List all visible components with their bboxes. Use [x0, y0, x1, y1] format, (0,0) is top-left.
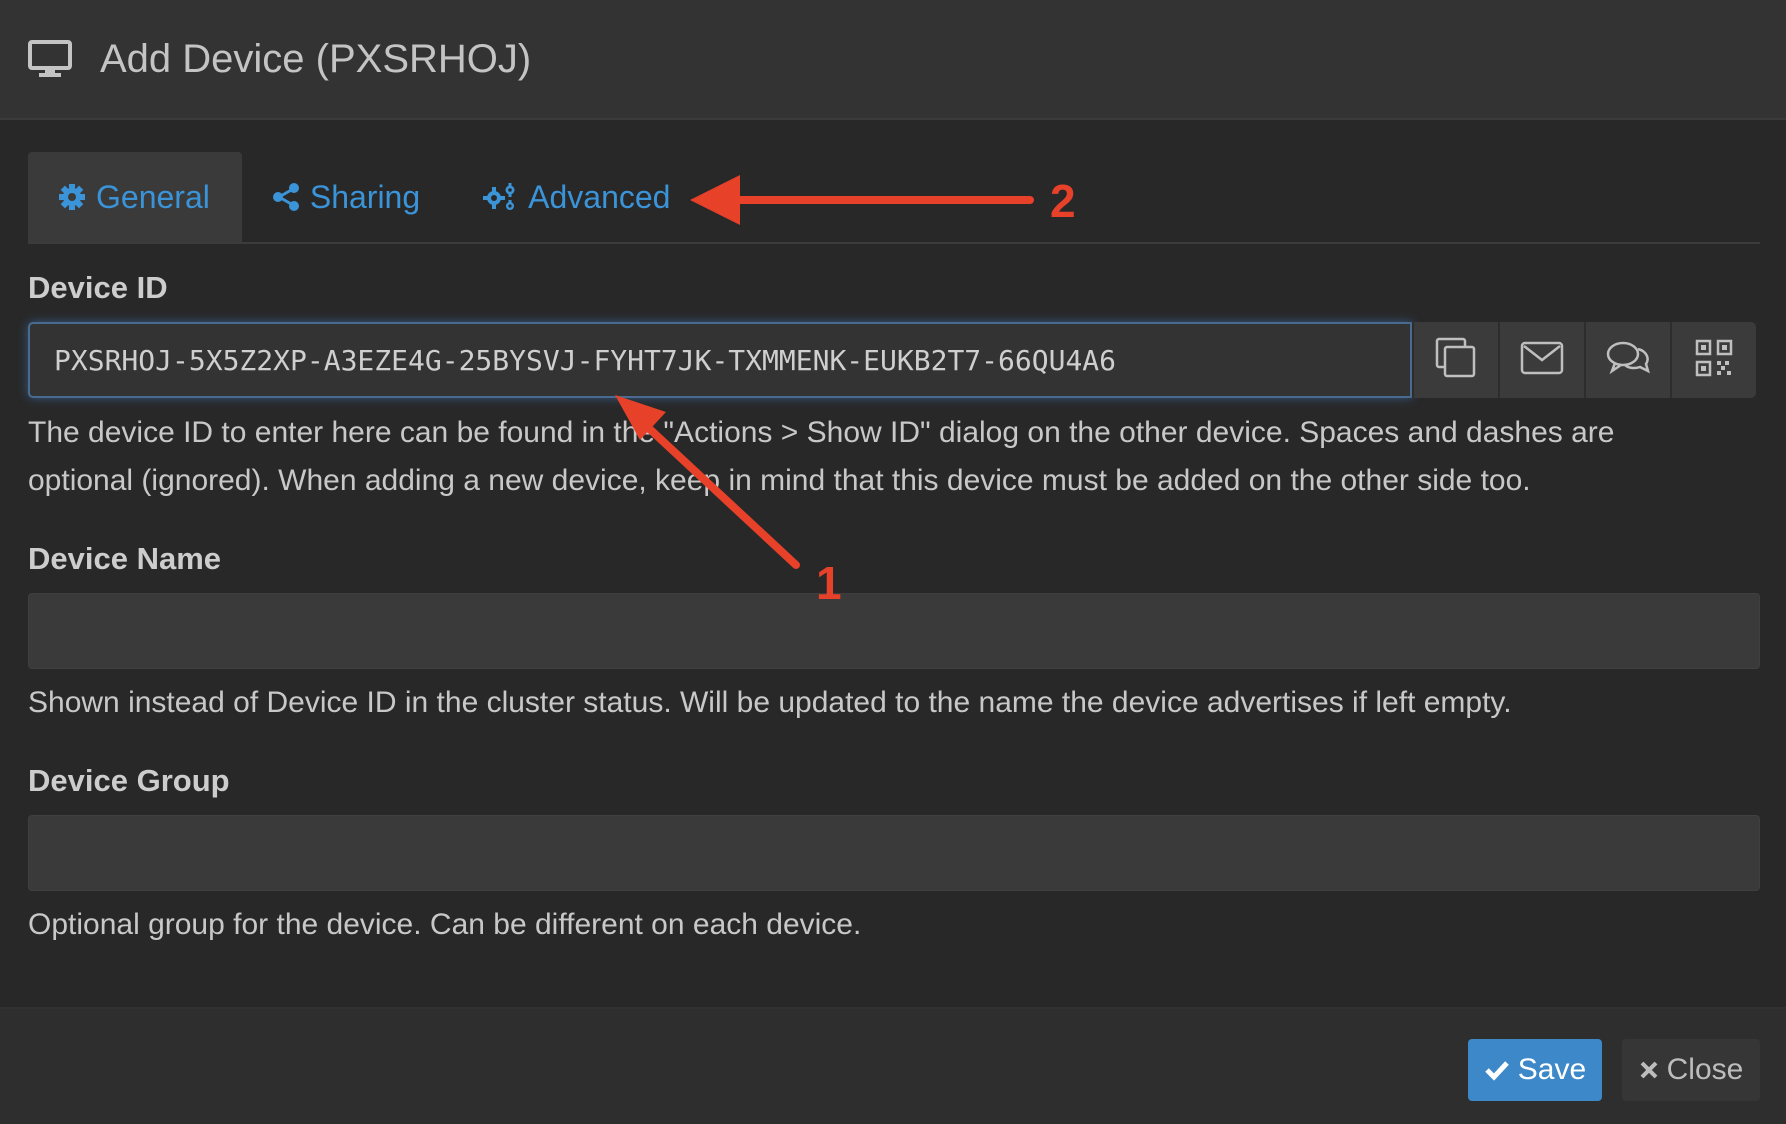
device-name-label: Device Name: [28, 541, 222, 576]
copy-button[interactable]: [1412, 322, 1498, 398]
tab-advanced[interactable]: Advanced: [452, 152, 702, 242]
share-icon: [272, 183, 300, 211]
tab-general-label: General: [96, 178, 210, 215]
gear-icon: [58, 183, 86, 211]
chat-button[interactable]: [1584, 322, 1670, 398]
email-button[interactable]: [1498, 322, 1584, 398]
device-name-help: Shown instead of Device ID in the cluste…: [28, 686, 1512, 719]
device-group-label: Device Group: [28, 763, 230, 798]
qr-code-button[interactable]: [1670, 322, 1756, 398]
device-name-input[interactable]: [28, 593, 1760, 669]
copy-icon: [1434, 336, 1478, 385]
tab-bar: General Sharing Advanced: [28, 152, 1760, 244]
tab-general[interactable]: General: [28, 152, 242, 242]
annotation-marker-2: 2: [1050, 175, 1076, 227]
device-id-label: Device ID: [28, 270, 168, 305]
device-id-help-line2: optional (ignored). When adding a new de…: [28, 464, 1531, 497]
save-button[interactable]: Save: [1468, 1039, 1602, 1101]
device-id-input[interactable]: [28, 322, 1412, 398]
email-icon: [1520, 341, 1564, 380]
tab-sharing-label: Sharing: [309, 178, 421, 215]
device-group-input[interactable]: [28, 815, 1760, 891]
annotation-marker-1: 1: [816, 557, 842, 609]
device-id-help-line1: The device ID to enter here can be found…: [28, 416, 1615, 449]
gears-icon: [482, 182, 518, 212]
device-group-help: Optional group for the device. Can be di…: [28, 908, 862, 941]
checkmark-icon: [1484, 1059, 1510, 1081]
close-button[interactable]: Close: [1622, 1039, 1760, 1101]
save-button-label: Save: [1517, 1053, 1587, 1086]
dialog-title: Add Device (PXSRHOJ): [100, 36, 532, 81]
monitor-icon: [28, 39, 72, 79]
close-button-label: Close: [1666, 1053, 1744, 1086]
modal-header: Add Device (PXSRHOJ): [0, 0, 1786, 120]
device-id-help: The device ID to enter here can be found…: [28, 409, 1768, 505]
chat-icon: [1605, 340, 1651, 381]
close-icon: [1639, 1060, 1659, 1080]
tab-sharing[interactable]: Sharing: [242, 152, 452, 242]
device-id-input-group: [28, 322, 1760, 398]
tab-advanced-label: Advanced: [528, 178, 671, 215]
qr-code-icon: [1695, 339, 1733, 382]
